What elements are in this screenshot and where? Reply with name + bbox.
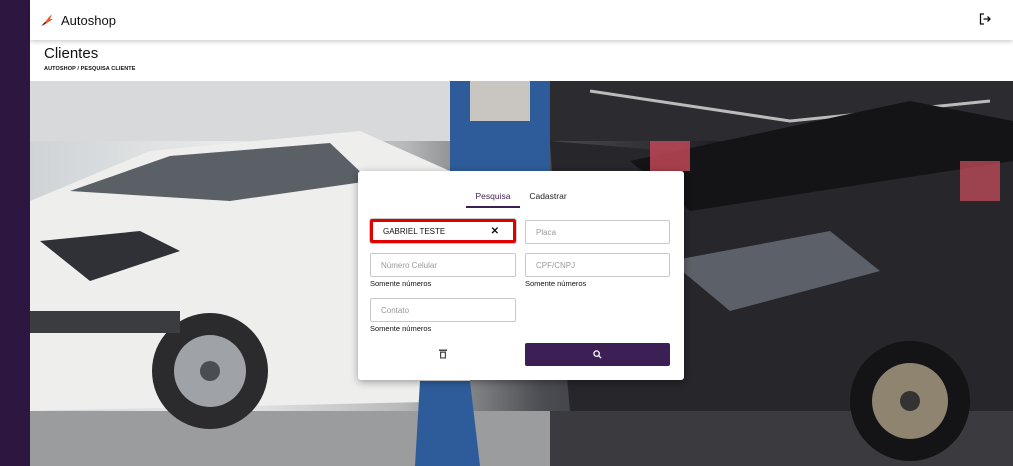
contato-hint: Somente números (370, 324, 432, 333)
contato-input[interactable] (381, 305, 515, 315)
placa-field[interactable] (525, 220, 670, 244)
close-icon[interactable]: ✕ (491, 226, 499, 237)
search-card: Pesquisa Cadastrar ✕ Somente números Som… (358, 171, 684, 380)
contato-field[interactable] (370, 298, 516, 322)
celular-hint: Somente números (370, 279, 432, 288)
brand[interactable]: Autoshop (40, 13, 116, 28)
celular-field[interactable] (370, 253, 516, 277)
search-icon (593, 350, 602, 359)
search-button[interactable] (525, 343, 670, 366)
tab-cadastrar[interactable]: Cadastrar (526, 191, 570, 206)
trash-icon (439, 349, 447, 359)
tab-pesquisa[interactable]: Pesquisa (466, 191, 520, 208)
celular-input[interactable] (381, 260, 515, 270)
page-header: Clientes AUTOSHOP / PESQUISA CLIENTE (30, 40, 1013, 81)
logout-icon (979, 13, 991, 25)
logout-button[interactable] (977, 11, 993, 27)
cpf-hint: Somente números (525, 279, 587, 288)
cpf-field[interactable] (525, 253, 670, 277)
breadcrumb: AUTOSHOP / PESQUISA CLIENTE (44, 66, 136, 72)
top-bar: Autoshop (30, 0, 1013, 40)
placa-input[interactable] (536, 227, 669, 237)
tab-bar: Pesquisa Cadastrar (358, 191, 684, 213)
page-title: Clientes (44, 45, 99, 62)
side-rail (0, 0, 30, 466)
name-field[interactable]: ✕ (369, 218, 517, 244)
cpf-input[interactable] (536, 260, 669, 270)
autoshop-logo-icon (41, 14, 53, 26)
clear-form-button[interactable] (436, 347, 450, 361)
app-name: Autoshop (61, 12, 116, 28)
